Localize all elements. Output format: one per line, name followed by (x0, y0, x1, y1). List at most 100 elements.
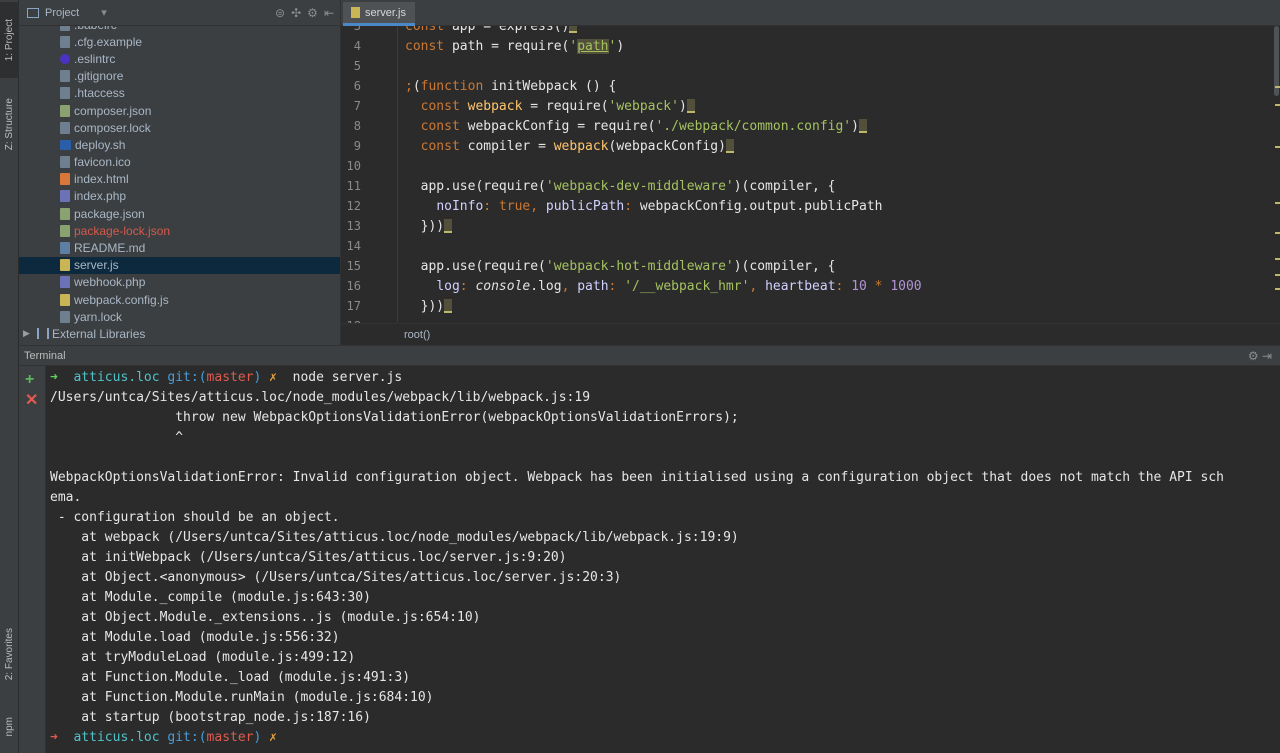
terminal-prompt-line: ➜ atticus.loc git:(master) ✗ (50, 728, 1280, 748)
code-line: 7 const webpack = require('webpack') (341, 96, 1280, 116)
prompt-git-close: ) (253, 370, 262, 385)
file-tree-item[interactable]: .eslintrc (19, 50, 340, 67)
warning-marker[interactable] (1275, 202, 1280, 204)
line-number: 9 (353, 139, 361, 153)
prompt-git-label: git:( (167, 730, 207, 745)
file-tree-item-label: .eslintrc (74, 51, 116, 66)
prompt-branch: master (206, 370, 254, 385)
hide-panel-icon[interactable]: ⇤ (324, 6, 334, 20)
markdown-icon (60, 242, 70, 255)
php-icon (60, 190, 70, 203)
file-tree-item-label: package.json (74, 206, 145, 221)
line-number: 17 (346, 299, 361, 313)
file-tree-item-label: webpack.config.js (74, 292, 169, 307)
terminal-output-line: - configuration should be an object. (50, 510, 340, 525)
close-session-icon[interactable]: ✕ (25, 393, 38, 409)
file-tree-item-label: package-lock.json (74, 223, 171, 238)
warning-marker[interactable] (1275, 104, 1280, 106)
warning-marker[interactable] (1275, 288, 1280, 290)
project-panel: Project ▾ ⊜ ✣ ⚙ ⇤ .babelrc.cfg.example.e… (19, 0, 340, 345)
file-tree-item[interactable]: composer.lock (19, 119, 340, 136)
tab-project-tool[interactable]: 1: Project (0, 2, 19, 78)
file-tree-item-label: .cfg.example (74, 34, 143, 49)
line-number: 7 (353, 99, 361, 113)
terminal-title: Terminal (24, 349, 66, 362)
file-tree-item-label: yarn.lock (74, 309, 123, 324)
file-tree-item[interactable]: index.php (19, 188, 340, 205)
terminal-gutter: + ✕ (19, 366, 46, 753)
file-tree-item[interactable]: README.md (19, 239, 340, 256)
view-dropdown-icon[interactable]: ▾ (101, 6, 107, 19)
file-tree-item[interactable]: .cfg.example (19, 33, 340, 50)
code-editor[interactable]: 3 const app = express() 4 const path = req… (340, 0, 1280, 345)
file-tree-item[interactable]: server.js (19, 256, 340, 274)
expand-arrow-icon[interactable]: ▶ (23, 328, 35, 339)
warning-marker[interactable] (1275, 274, 1280, 276)
terminal-output[interactable]: ➜ atticus.loc git:(master) ✗ node server… (50, 368, 1280, 753)
terminal-output-lines: /Users/untca/Sites/atticus.loc/node_modu… (50, 388, 1280, 728)
gear-icon[interactable]: ⚙ (307, 6, 318, 20)
file-tree-item[interactable]: composer.json (19, 102, 340, 119)
shell-icon (60, 139, 71, 150)
terminal-output-line: at Function.Module._load (module.js:491:… (50, 670, 411, 685)
file-icon (60, 87, 70, 100)
terminal-command: node server.js (292, 370, 403, 385)
warning-marker[interactable] (1275, 146, 1280, 148)
code-line: 11 app.use(require('webpack-dev-middlewa… (341, 176, 1280, 196)
file-tree-item[interactable]: .gitignore (19, 68, 340, 85)
file-tree-item-label: composer.lock (74, 120, 151, 135)
external-libraries-label: External Libraries (52, 326, 146, 341)
file-tree-item[interactable]: index.html (19, 171, 340, 188)
file-icon (60, 121, 70, 134)
file-tree-item-label: .htaccess (74, 86, 125, 101)
tab-npm-tool[interactable]: npm (0, 704, 19, 749)
file-tree-item[interactable]: yarn.lock (19, 308, 340, 325)
warning-stripe-markers (1274, 26, 1280, 322)
code-line: 16 log: console.log, path: '/__webpack_h… (341, 276, 1280, 296)
line-number: 16 (346, 279, 361, 293)
project-panel-title[interactable]: Project (45, 7, 79, 19)
tab-project-label: 1: Project (4, 18, 15, 62)
terminal-output-line: at Object.<anonymous> (/Users/untca/Site… (50, 570, 622, 585)
file-tree-item-label: .gitignore (74, 69, 124, 84)
code-line: 17 })) (341, 296, 1280, 316)
warning-marker[interactable] (1275, 86, 1280, 88)
file-tree-item-label: webhook.php (74, 275, 146, 290)
file-tree-item[interactable]: favicon.ico (19, 154, 340, 171)
line-number: 5 (353, 59, 361, 73)
project-tree: .babelrc.cfg.example.eslintrc.gitignore.… (19, 16, 340, 343)
terminal-output-line: throw new WebpackOptionsValidationError(… (50, 410, 739, 425)
file-icon (60, 310, 70, 323)
code-area[interactable]: 3 const app = express() 4 const path = req… (341, 16, 1280, 336)
tab-server-js[interactable]: server.js (343, 2, 415, 26)
library-icon (37, 328, 49, 340)
file-tree-item[interactable]: package.json (19, 205, 340, 222)
file-tree-item[interactable]: webhook.php (19, 274, 340, 291)
collapse-all-icon[interactable]: ⊜ (275, 6, 285, 20)
hide-panel-icon[interactable]: ⇥ (1262, 349, 1272, 363)
code-line: 12 noInfo: true, publicPath: webpackConf… (341, 196, 1280, 216)
file-tree-item[interactable]: deploy.sh (19, 136, 340, 153)
terminal-output-line: at webpack (/Users/untca/Sites/atticus.l… (50, 530, 739, 545)
code-line: 6 ;(function initWebpack () { (341, 76, 1280, 96)
json-icon (60, 207, 70, 220)
code-line: 9 const compiler = webpack(webpackConfig… (341, 136, 1280, 156)
terminal-output-line: at initWebpack (/Users/untca/Sites/attic… (50, 550, 567, 565)
warning-marker[interactable] (1275, 232, 1280, 234)
terminal-output-line: at startup (bootstrap_node.js:187:16) (50, 710, 371, 725)
warning-marker[interactable] (1275, 258, 1280, 260)
tab-favorites-tool[interactable]: 2: Favorites (0, 616, 19, 692)
file-tree-item[interactable]: webpack.config.js (19, 291, 340, 308)
external-libraries-node[interactable]: ▶ External Libraries (19, 325, 340, 342)
file-tree-item[interactable]: .htaccess (19, 85, 340, 102)
line-number: 14 (346, 239, 361, 253)
scroll-from-source-icon[interactable]: ✣ (291, 6, 301, 20)
breadcrumb-item[interactable]: root() (404, 329, 430, 341)
gear-icon[interactable]: ⚙ (1248, 349, 1259, 363)
code-line: 15 app.use(require('webpack-hot-middlewa… (341, 256, 1280, 276)
file-tree-item[interactable]: package-lock.json (19, 222, 340, 239)
line-number: 8 (353, 119, 361, 133)
tab-server-js-label: server.js (365, 6, 406, 19)
tab-structure-tool[interactable]: Z: Structure (0, 86, 19, 162)
new-session-icon[interactable]: + (25, 372, 34, 388)
